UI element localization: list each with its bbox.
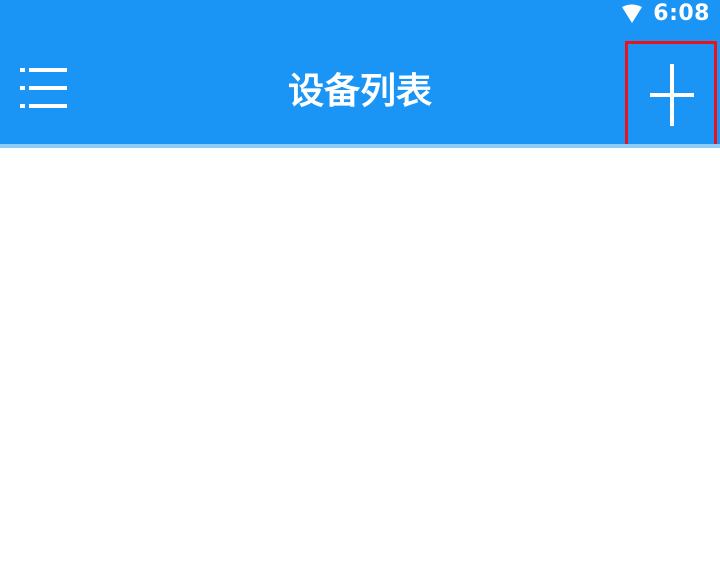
app-header: 6:08 设备列表 [0, 0, 720, 167]
menu-button[interactable] [18, 64, 70, 116]
status-time: 6:08 [653, 1, 710, 26]
status-bar: 6:08 [621, 0, 710, 28]
wifi-signal-icon [621, 4, 643, 24]
device-list [0, 148, 720, 562]
plus-icon [650, 64, 694, 128]
page-title: 设备列表 [287, 71, 432, 112]
menu-icon [20, 65, 68, 115]
